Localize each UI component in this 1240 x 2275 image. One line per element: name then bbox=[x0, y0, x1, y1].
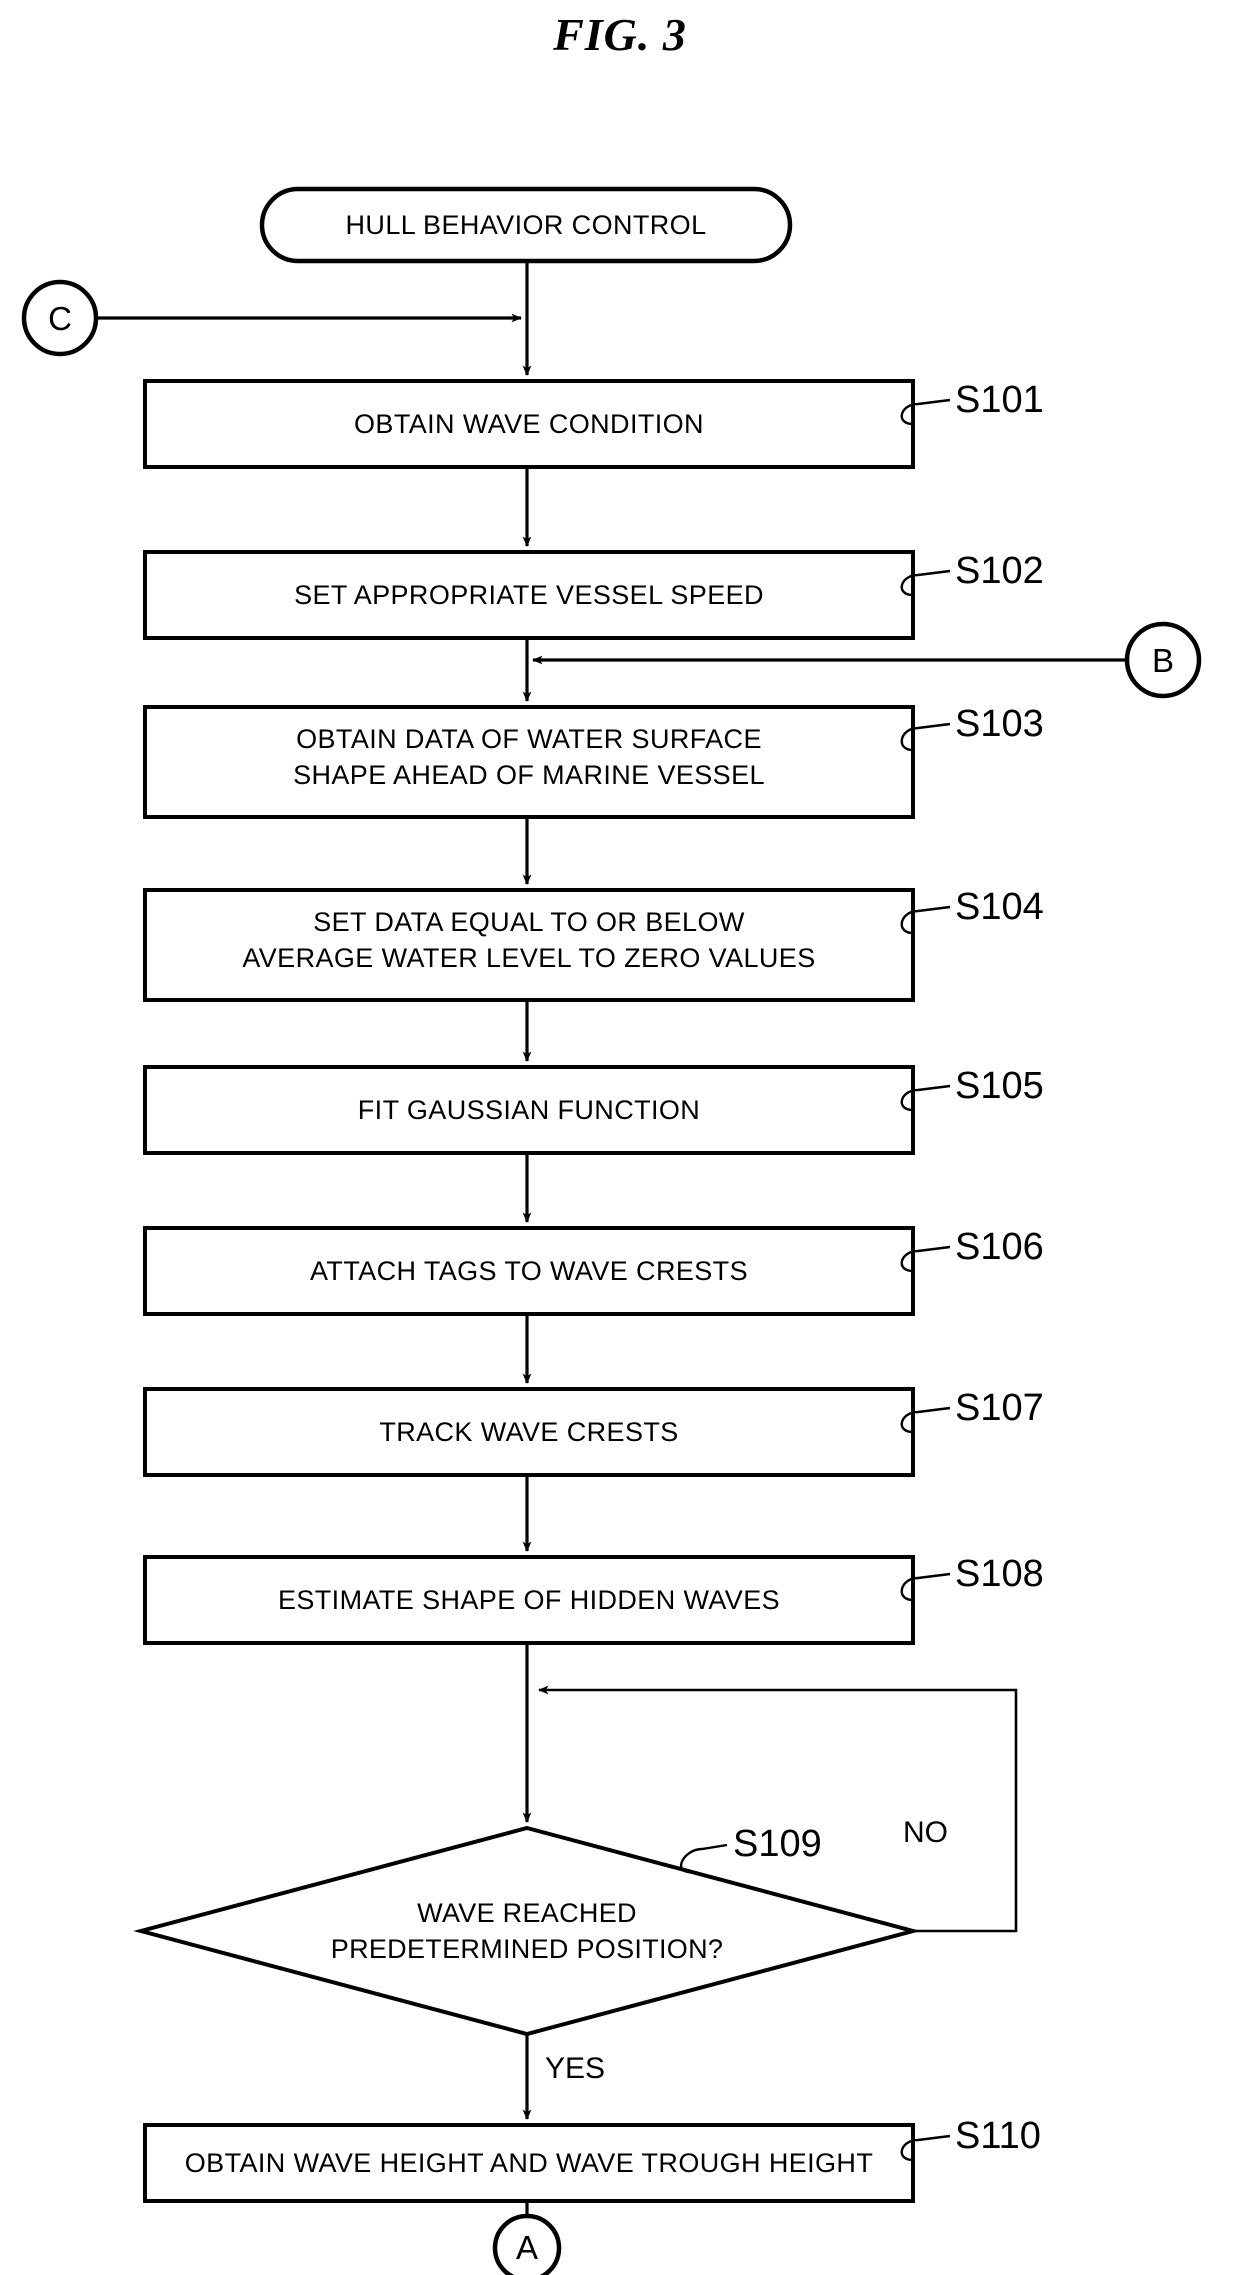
process-box-s106-label: ATTACH TAGS TO WAVE CRESTS bbox=[310, 1256, 748, 1286]
process-box-s105[interactable]: FIT GAUSSIAN FUNCTION bbox=[143, 1065, 915, 1155]
decision-s109-label-line1: WAVE REACHED bbox=[417, 1898, 637, 1928]
step-label-s106: S106 bbox=[955, 1226, 1044, 1268]
process-box-s110[interactable]: OBTAIN WAVE HEIGHT AND WAVE TROUGH HEIGH… bbox=[143, 2123, 915, 2203]
process-box-s101[interactable]: OBTAIN WAVE CONDITION bbox=[143, 379, 915, 469]
process-box-s105-label: FIT GAUSSIAN FUNCTION bbox=[358, 1095, 700, 1125]
process-box-s104[interactable]: SET DATA EQUAL TO OR BELOW AVERAGE WATER… bbox=[143, 888, 915, 1002]
step-label-s105: S105 bbox=[955, 1065, 1044, 1107]
process-box-s103[interactable]: OBTAIN DATA OF WATER SURFACE SHAPE AHEAD… bbox=[143, 705, 915, 819]
connector-b[interactable]: B bbox=[1124, 621, 1202, 699]
process-box-s102-label: SET APPROPRIATE VESSEL SPEED bbox=[294, 580, 764, 610]
step-label-s101: S101 bbox=[955, 379, 1044, 421]
process-box-s107[interactable]: TRACK WAVE CRESTS bbox=[143, 1387, 915, 1477]
connector-c[interactable]: C bbox=[21, 279, 99, 357]
process-box-s102[interactable]: SET APPROPRIATE VESSEL SPEED bbox=[143, 550, 915, 640]
yes-branch-label: YES bbox=[545, 2052, 605, 2085]
flowchart-canvas: HULL BEHAVIOR CONTROL C OBTAIN WAVE COND… bbox=[21, 186, 1202, 2256]
step-label-s107: S107 bbox=[955, 1387, 1044, 1429]
process-box-s101-label: OBTAIN WAVE CONDITION bbox=[354, 409, 704, 439]
step-label-s104: S104 bbox=[955, 886, 1044, 928]
connector-a-canvas: A bbox=[492, 2213, 562, 2275]
process-box-s103-label-line1: OBTAIN DATA OF WATER SURFACE bbox=[296, 724, 762, 754]
process-box-s108-label: ESTIMATE SHAPE OF HIDDEN WAVES bbox=[278, 1585, 780, 1615]
start-terminal-label: HULL BEHAVIOR CONTROL bbox=[346, 210, 707, 240]
process-box-s108[interactable]: ESTIMATE SHAPE OF HIDDEN WAVES bbox=[143, 1555, 915, 1645]
process-box-s106[interactable]: ATTACH TAGS TO WAVE CRESTS bbox=[143, 1226, 915, 1316]
start-terminal[interactable]: HULL BEHAVIOR CONTROL bbox=[259, 186, 793, 264]
leader-s109 bbox=[679, 1843, 728, 1874]
process-box-s107-label: TRACK WAVE CRESTS bbox=[379, 1417, 678, 1447]
process-box-s104-label-line2: AVERAGE WATER LEVEL TO ZERO VALUES bbox=[242, 943, 815, 973]
step-label-s102: S102 bbox=[955, 550, 1044, 592]
no-branch-label: NO bbox=[903, 1816, 948, 1849]
process-box-s110-label: OBTAIN WAVE HEIGHT AND WAVE TROUGH HEIGH… bbox=[185, 2148, 873, 2178]
connector-a-label: A bbox=[516, 2229, 538, 2266]
figure-root: FIG. 3 HULL BEHAVIOR CONTROL C OBTAIN WA… bbox=[0, 0, 1240, 2275]
process-box-s103-label-line2: SHAPE AHEAD OF MARINE VESSEL bbox=[293, 760, 765, 790]
decision-s109-label-line2: PREDETERMINED POSITION? bbox=[331, 1934, 723, 1964]
step-label-s110: S110 bbox=[955, 2115, 1041, 2157]
connector-a-group[interactable]: A bbox=[492, 2213, 562, 2275]
connector-b-label: B bbox=[1152, 642, 1174, 679]
step-label-s103: S103 bbox=[955, 703, 1044, 745]
step-label-s108: S108 bbox=[955, 1553, 1044, 1595]
process-box-s104-label-line1: SET DATA EQUAL TO OR BELOW bbox=[313, 907, 745, 937]
connector-c-label: C bbox=[48, 300, 72, 337]
step-label-s109: S109 bbox=[733, 1823, 822, 1865]
